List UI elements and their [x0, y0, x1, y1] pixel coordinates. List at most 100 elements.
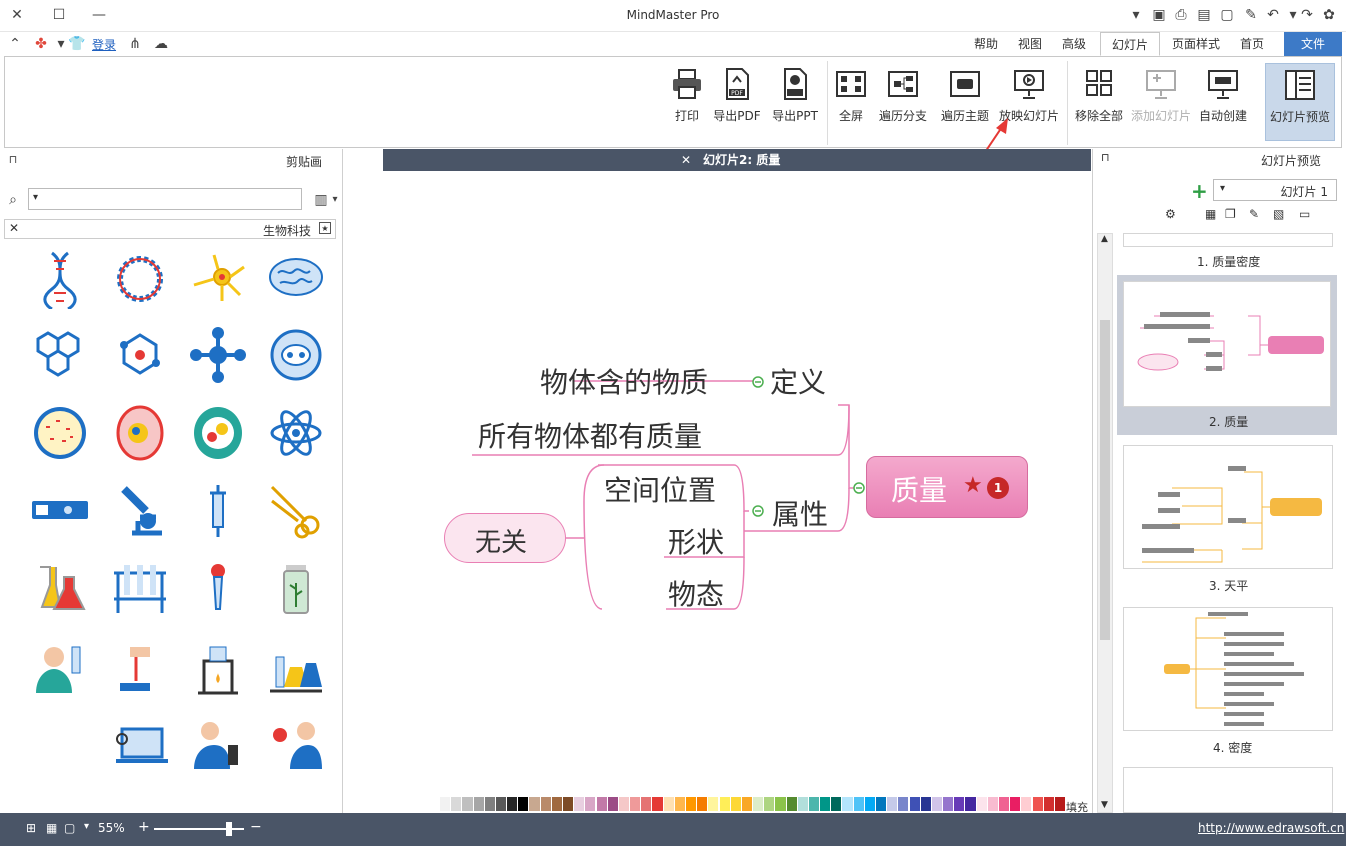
slide-group-icon[interactable]: ▦	[1205, 207, 1216, 221]
color-swatch[interactable]	[1054, 797, 1065, 811]
color-swatch[interactable]	[842, 797, 853, 811]
color-swatch[interactable]	[898, 797, 909, 811]
export-icon[interactable]: ▣	[1150, 6, 1168, 24]
zoom-out-icon[interactable]: −	[250, 819, 262, 835]
new-icon[interactable]: ✎	[1242, 6, 1260, 24]
pin-slide-panel-icon[interactable]: ⊓	[1101, 151, 1110, 164]
color-swatch[interactable]	[831, 797, 842, 811]
collapse-ribbon-icon[interactable]: ⌃	[6, 35, 24, 53]
topic-position[interactable]: 空间位置	[604, 469, 716, 509]
slide-copy-icon[interactable]: ❐	[1225, 207, 1236, 221]
tab-advanced[interactable]: 高级	[1054, 32, 1094, 56]
test-tube-rack-icon[interactable]	[110, 559, 170, 619]
color-swatch[interactable]	[741, 797, 752, 811]
print-quick-icon[interactable]: ⎙	[1172, 6, 1190, 24]
lab-glassware-icon[interactable]	[266, 637, 326, 697]
color-swatch[interactable]	[808, 797, 820, 811]
color-swatch[interactable]	[864, 797, 875, 811]
slide-thumb-1[interactable]	[1123, 233, 1333, 247]
color-swatch[interactable]	[1032, 797, 1043, 811]
topic-property[interactable]: 属性	[772, 493, 828, 533]
color-swatch[interactable]	[1010, 797, 1021, 811]
search-icon[interactable]: ⌕	[4, 191, 22, 209]
slide-tag-icon[interactable]: ▧	[1273, 207, 1284, 221]
color-swatch[interactable]	[574, 797, 585, 811]
color-swatch[interactable]	[943, 797, 954, 811]
plant-cell-icon[interactable]	[188, 403, 248, 463]
zoom-in-icon[interactable]: +	[138, 819, 150, 835]
microscope-slide-icon[interactable]	[30, 481, 90, 541]
tab-slides[interactable]: 幻灯片	[1100, 32, 1160, 56]
color-swatch[interactable]	[462, 797, 473, 811]
close-category-icon[interactable]: ✕	[9, 221, 19, 235]
color-swatch[interactable]	[753, 797, 764, 811]
color-swatch[interactable]	[887, 797, 898, 811]
color-swatch[interactable]	[998, 797, 1010, 811]
page-view-icon[interactable]: ⊞	[26, 821, 36, 835]
slide-scrollbar[interactable]: ▲ ▼	[1097, 233, 1113, 813]
slide-thumb-3[interactable]	[1123, 445, 1333, 569]
color-swatch[interactable]	[495, 797, 507, 811]
color-swatch[interactable]	[607, 797, 618, 811]
color-swatch[interactable]	[987, 797, 998, 811]
color-swatch[interactable]	[551, 797, 562, 811]
slide-2-selected[interactable]: 2. 质量	[1117, 275, 1337, 435]
brain-icon[interactable]	[266, 249, 326, 309]
color-swatch[interactable]	[484, 797, 495, 811]
color-swatch[interactable]	[473, 797, 484, 811]
root-topic[interactable]: 1 ★ 质量	[866, 456, 1028, 518]
color-swatch[interactable]	[618, 797, 630, 811]
redo-icon[interactable]: ↷	[1298, 6, 1316, 24]
color-palette[interactable]	[440, 797, 1066, 811]
color-swatch[interactable]	[820, 797, 831, 811]
slide-preview-button[interactable]: 幻灯片预览	[1265, 63, 1335, 141]
syringe-icon[interactable]	[188, 481, 248, 541]
tab-home[interactable]: 首页	[1232, 32, 1272, 56]
color-swatch[interactable]	[563, 797, 574, 811]
petri-dish-icon[interactable]	[30, 403, 90, 463]
color-swatch[interactable]	[876, 797, 887, 811]
remove-all-button[interactable]: 移除全部	[1071, 63, 1127, 141]
export-ppt-button[interactable]: 导出PPT	[767, 63, 823, 141]
color-swatch[interactable]	[596, 797, 607, 811]
slide-thumb-4[interactable]	[1123, 607, 1333, 731]
mindmap-canvas[interactable]: 1 ★ 质量 定义 物体含的物质 所有物体都有质量 属性 空间位置 形状 物态 …	[344, 171, 1092, 814]
color-swatch[interactable]	[976, 797, 987, 811]
print-button[interactable]: 打印	[665, 63, 709, 141]
plasmid-icon[interactable]	[110, 249, 170, 309]
color-swatch[interactable]	[1043, 797, 1054, 811]
color-swatch[interactable]	[965, 797, 976, 811]
scientist-icon[interactable]	[30, 637, 90, 697]
library-dropdown-icon[interactable]: ▾	[326, 191, 344, 209]
burner-stand-icon[interactable]	[188, 637, 248, 697]
tab-view[interactable]: 视图	[1010, 32, 1050, 56]
scroll-thumb[interactable]	[1100, 320, 1110, 640]
color-swatch[interactable]	[440, 797, 451, 811]
color-swatch[interactable]	[708, 797, 719, 811]
close-window-icon[interactable]: ✕	[8, 6, 26, 24]
topic-definition[interactable]: 定义	[770, 361, 826, 401]
auto-create-button[interactable]: 自动创建	[1195, 63, 1251, 141]
slide-selector-dropdown-icon[interactable]: ▾	[1220, 183, 1225, 194]
specimen-jar-icon[interactable]	[266, 559, 326, 619]
microscope-icon[interactable]	[110, 481, 170, 541]
export-pdf-button[interactable]: PDF 导出PDF	[709, 63, 765, 141]
scroll-down-icon[interactable]: ▼	[1101, 800, 1108, 810]
zoom-slider-handle[interactable]	[226, 822, 232, 836]
zoom-dropdown-icon[interactable]: ▾	[84, 821, 89, 832]
undo-icon[interactable]: ↶	[1264, 6, 1282, 24]
color-swatch[interactable]	[920, 797, 931, 811]
cloud-icon[interactable]: ☁	[152, 35, 170, 53]
pin-icon[interactable]: ⊓	[4, 151, 22, 169]
color-swatch[interactable]	[797, 797, 808, 811]
shirt-icon[interactable]: 👕	[68, 35, 86, 53]
maximize-window-icon[interactable]: ☐	[50, 6, 68, 24]
tab-help[interactable]: 帮助	[966, 32, 1006, 56]
slide-thumb-5[interactable]	[1123, 767, 1333, 813]
color-swatch[interactable]	[529, 797, 540, 811]
dropper-icon[interactable]	[188, 559, 248, 619]
color-swatch[interactable]	[786, 797, 797, 811]
search-dropdown-icon[interactable]: ▾	[33, 192, 38, 203]
color-swatch[interactable]	[674, 797, 685, 811]
minimize-window-icon[interactable]: —	[90, 6, 108, 24]
